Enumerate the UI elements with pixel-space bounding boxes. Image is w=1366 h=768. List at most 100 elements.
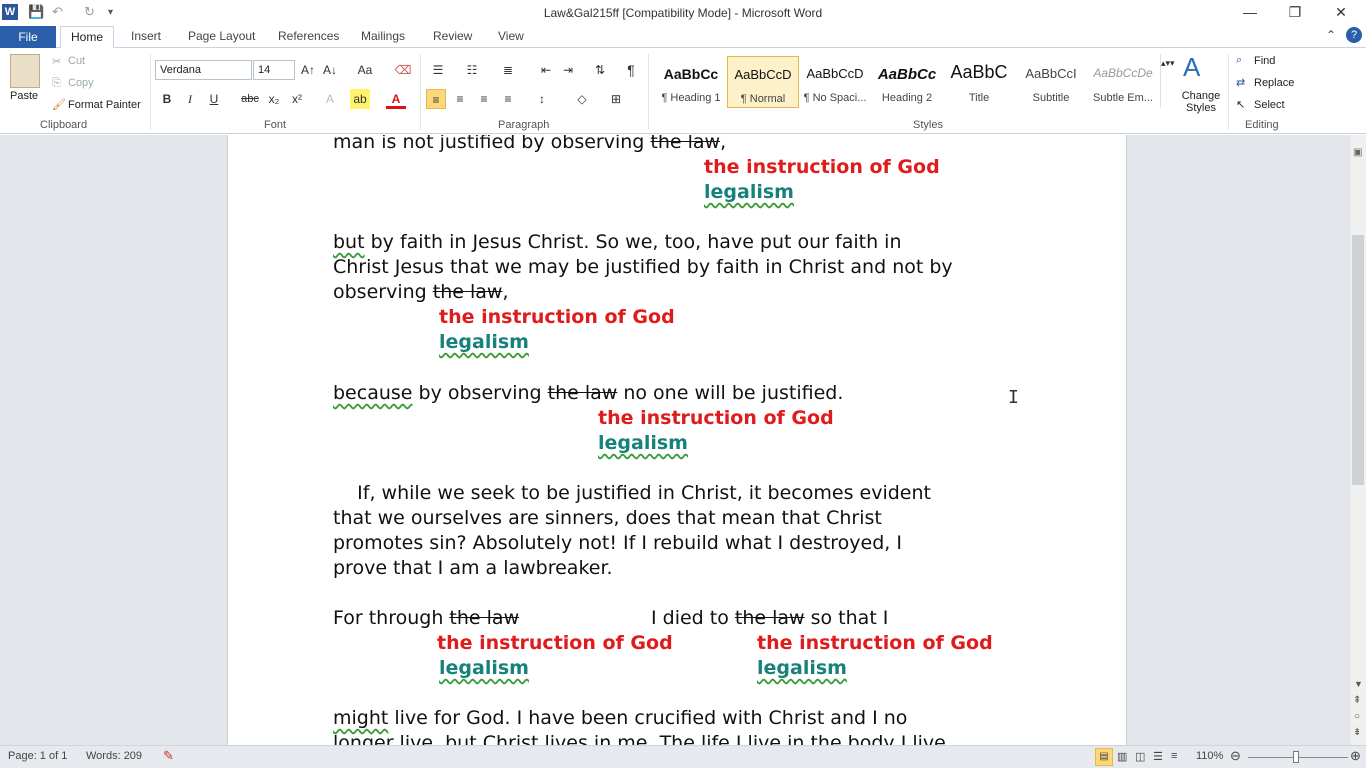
title-bar: W 💾 ↶ ↻ ▾ Law&Gal215ff [Compatibility Mo… <box>0 0 1366 26</box>
outline-icon[interactable]: ☰ <box>1153 750 1163 763</box>
decrease-indent-icon[interactable]: ⇤ <box>536 60 556 80</box>
tab-file[interactable]: File <box>0 26 56 48</box>
clear-formatting-icon[interactable]: ⌫ <box>393 60 413 80</box>
italic-button[interactable]: I <box>180 89 200 109</box>
find-button[interactable]: Find <box>1254 55 1275 67</box>
web-layout-icon[interactable]: ◫ <box>1135 750 1145 763</box>
style-subtitle[interactable]: AaBbCcI Subtitle <box>1015 56 1087 108</box>
divider <box>1228 54 1229 130</box>
document-page[interactable]: man is not justified by observing the la… <box>227 135 1127 745</box>
page-count[interactable]: Page: 1 of 1 <box>8 750 67 762</box>
zoom-out-icon[interactable]: ⊖ <box>1230 748 1241 764</box>
tab-review[interactable]: Review <box>433 29 472 43</box>
full-screen-reading-icon[interactable]: ▥ <box>1117 750 1127 763</box>
tab-page-layout[interactable]: Page Layout <box>188 29 255 43</box>
style-heading-2[interactable]: AaBbCc Heading 2 <box>871 56 943 108</box>
style-name: Title <box>968 92 990 104</box>
cut-icon[interactable]: ✂ <box>52 55 61 68</box>
styles-scroll-icon[interactable]: ▴▾▾ <box>1160 54 1175 108</box>
sort-icon[interactable]: ⇅ <box>590 60 610 80</box>
line-spacing-icon[interactable]: ↕ <box>532 89 552 109</box>
format-painter-icon[interactable]: 🖌 <box>52 98 66 111</box>
bold-button[interactable]: B <box>157 89 177 109</box>
paragraph-group-label: Paragraph <box>498 119 550 131</box>
style-subtle-emphasis[interactable]: AaBbCcDe Subtle Em... <box>1087 56 1159 108</box>
minimize-ribbon-icon[interactable]: ⌃ <box>1326 28 1336 42</box>
align-left-icon[interactable]: ≡ <box>426 89 446 109</box>
change-styles-button[interactable]: Change Styles <box>1178 90 1224 114</box>
highlight-icon[interactable]: ab <box>350 89 370 109</box>
font-color-icon[interactable]: A <box>386 89 406 109</box>
style-sample: AaBbC <box>950 62 1008 82</box>
ruler-toggle-icon[interactable]: ▣ <box>1353 147 1362 158</box>
multilevel-list-icon[interactable]: ≣ <box>498 60 518 80</box>
style-no-spacing[interactable]: AaBbCcD ¶ No Spaci... <box>799 56 871 108</box>
previous-page-icon[interactable]: ⇞ <box>1353 695 1361 706</box>
window-title: Law&Gal215ff [Compatibility Mode] - Micr… <box>543 6 823 20</box>
restore-button[interactable]: ❐ <box>1280 4 1310 24</box>
align-center-icon[interactable]: ≡ <box>450 89 470 109</box>
font-name-combo[interactable]: Verdana <box>155 60 252 80</box>
proofing-icon[interactable]: ✎ <box>163 748 174 764</box>
scroll-down-icon[interactable]: ▼ <box>1354 679 1363 689</box>
draft-icon[interactable]: ≡ <box>1171 750 1177 762</box>
strikethrough-button[interactable]: abc <box>240 89 260 109</box>
annotation-teal: legalism <box>439 331 529 353</box>
close-button[interactable]: ✕ <box>1326 4 1356 24</box>
zoom-in-icon[interactable]: ⊕ <box>1350 748 1361 764</box>
divider <box>420 54 421 130</box>
help-icon[interactable]: ? <box>1346 27 1362 43</box>
find-icon[interactable]: ⌕ <box>1236 54 1242 67</box>
replace-icon[interactable]: ⇄ <box>1236 76 1245 89</box>
superscript-button[interactable]: x² <box>287 89 307 109</box>
paste-icon[interactable] <box>10 54 40 88</box>
style-sample: AaBbCcD <box>806 66 864 81</box>
shading-icon[interactable]: ◇ <box>572 89 592 109</box>
text-effects-icon[interactable]: A <box>320 89 340 109</box>
ribbon-tabs: File Home Insert Page Layout References … <box>0 26 1366 49</box>
tab-view[interactable]: View <box>498 29 524 43</box>
copy-icon[interactable]: ⎘ <box>52 77 61 90</box>
minimize-button[interactable]: — <box>1235 4 1265 24</box>
select-icon[interactable]: ↖ <box>1236 98 1245 111</box>
change-case-icon[interactable]: Aa <box>355 60 375 80</box>
subscript-button[interactable]: x₂ <box>264 89 284 109</box>
align-right-icon[interactable]: ≡ <box>474 89 494 109</box>
next-page-icon[interactable]: ⇟ <box>1353 727 1361 738</box>
word-count[interactable]: Words: 209 <box>86 750 142 762</box>
tab-home[interactable]: Home <box>60 26 114 49</box>
increase-indent-icon[interactable]: ⇥ <box>558 60 578 80</box>
numbering-icon[interactable]: ☷ <box>462 60 482 80</box>
style-title[interactable]: AaBbC Title <box>943 56 1015 108</box>
zoom-slider-thumb[interactable] <box>1293 751 1299 763</box>
scroll-thumb[interactable] <box>1352 235 1364 485</box>
replace-button[interactable]: Replace <box>1254 77 1294 89</box>
style-normal[interactable]: AaBbCcD ¶ Normal <box>727 56 799 108</box>
bullets-icon[interactable]: ☰ <box>428 60 448 80</box>
annotation-teal: legalism <box>598 432 688 454</box>
document-workspace[interactable]: man is not justified by observing the la… <box>0 135 1349 745</box>
format-painter-button[interactable]: Format Painter <box>68 99 141 111</box>
copy-button[interactable]: Copy <box>68 77 94 89</box>
text-cursor-icon: I <box>1008 387 1019 408</box>
change-styles-icon[interactable]: A <box>1183 52 1200 83</box>
tab-mailings[interactable]: Mailings <box>361 29 405 43</box>
justify-icon[interactable]: ≡ <box>498 89 518 109</box>
select-button[interactable]: Select <box>1254 99 1285 111</box>
cut-button[interactable]: Cut <box>68 55 85 67</box>
annotation-red: the instruction of God <box>757 632 993 654</box>
underline-button[interactable]: U <box>204 89 224 109</box>
tab-insert[interactable]: Insert <box>131 29 161 43</box>
borders-icon[interactable]: ⊞ <box>606 89 626 109</box>
browse-object-icon[interactable]: ○ <box>1354 711 1360 722</box>
style-heading-1[interactable]: AaBbCc ¶ Heading 1 <box>655 56 727 108</box>
shrink-font-icon[interactable]: A↓ <box>320 60 340 80</box>
tab-references[interactable]: References <box>278 29 339 43</box>
paste-button[interactable]: Paste <box>10 90 38 102</box>
font-size-combo[interactable]: 14 <box>253 60 295 80</box>
zoom-level[interactable]: 110% <box>1196 750 1223 762</box>
print-layout-icon[interactable]: ▤ <box>1095 748 1113 766</box>
vertical-scrollbar[interactable]: ▣ ▼ ⇞ ○ ⇟ <box>1349 135 1366 745</box>
show-formatting-button[interactable]: ¶ <box>621 60 641 80</box>
grow-font-icon[interactable]: A↑ <box>298 60 318 80</box>
